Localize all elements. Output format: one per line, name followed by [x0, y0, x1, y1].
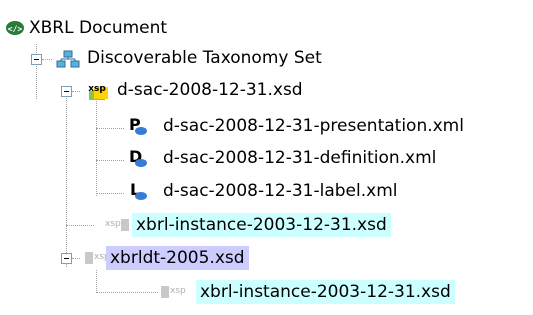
- tree-node-label: xbrldt-2005.xsd: [106, 246, 249, 270]
- xbrl-document-icon: </>: [6, 21, 24, 35]
- tree-line: [96, 128, 124, 129]
- tree-line: [72, 91, 80, 92]
- tree-node-label: Discoverable Taxonomy Set: [87, 48, 322, 68]
- tree-line: [96, 160, 124, 161]
- taxonomy-set-icon: [56, 50, 80, 68]
- svg-text:</>: </>: [8, 25, 23, 34]
- tree-node-label: xbrl-instance-2003-12-31.xsd: [196, 280, 455, 304]
- svg-text:xsp: xsp: [170, 286, 186, 296]
- collapse-toggle-dts[interactable]: [31, 54, 42, 65]
- tree-line: [96, 193, 124, 194]
- presentation-linkbase-icon: P: [129, 115, 147, 135]
- svg-text:xsp: xsp: [88, 84, 106, 94]
- tree-line: [72, 258, 80, 259]
- tree-node-label: XBRL Document: [29, 18, 168, 38]
- xsd-gray-icon: xsp: [161, 286, 186, 298]
- tree-node-label: d-sac-2008-12-31-presentation.xml: [163, 116, 464, 136]
- label-linkbase-icon: L: [130, 180, 147, 200]
- tree-line: [66, 225, 94, 226]
- collapse-toggle-xbrldt[interactable]: [61, 253, 72, 264]
- tree-line: [36, 44, 37, 99]
- xsd-gray-icon: xsp: [105, 219, 129, 231]
- tree-node-label: d-sac-2008-12-31-label.xml: [163, 181, 398, 201]
- tree-node-label: d-sac-2008-12-31-definition.xml: [163, 148, 437, 168]
- tree-line: [96, 292, 158, 293]
- tree-line: [96, 96, 97, 196]
- definition-linkbase-icon: D: [129, 147, 147, 167]
- tree-line: [96, 270, 97, 293]
- svg-text:xsp: xsp: [105, 219, 121, 229]
- xbrl-tree-view[interactable]: </> XBRL Document Discoverable Taxonomy …: [0, 0, 533, 315]
- xsd-schema-icon: xsp: [88, 84, 108, 100]
- tree-line: [66, 92, 67, 267]
- tree-node-label: xbrl-instance-2003-12-31.xsd: [132, 213, 391, 237]
- tree-line: [42, 59, 52, 60]
- collapse-toggle-schema[interactable]: [61, 86, 72, 97]
- tree-node-label: d-sac-2008-12-31.xsd: [117, 80, 303, 100]
